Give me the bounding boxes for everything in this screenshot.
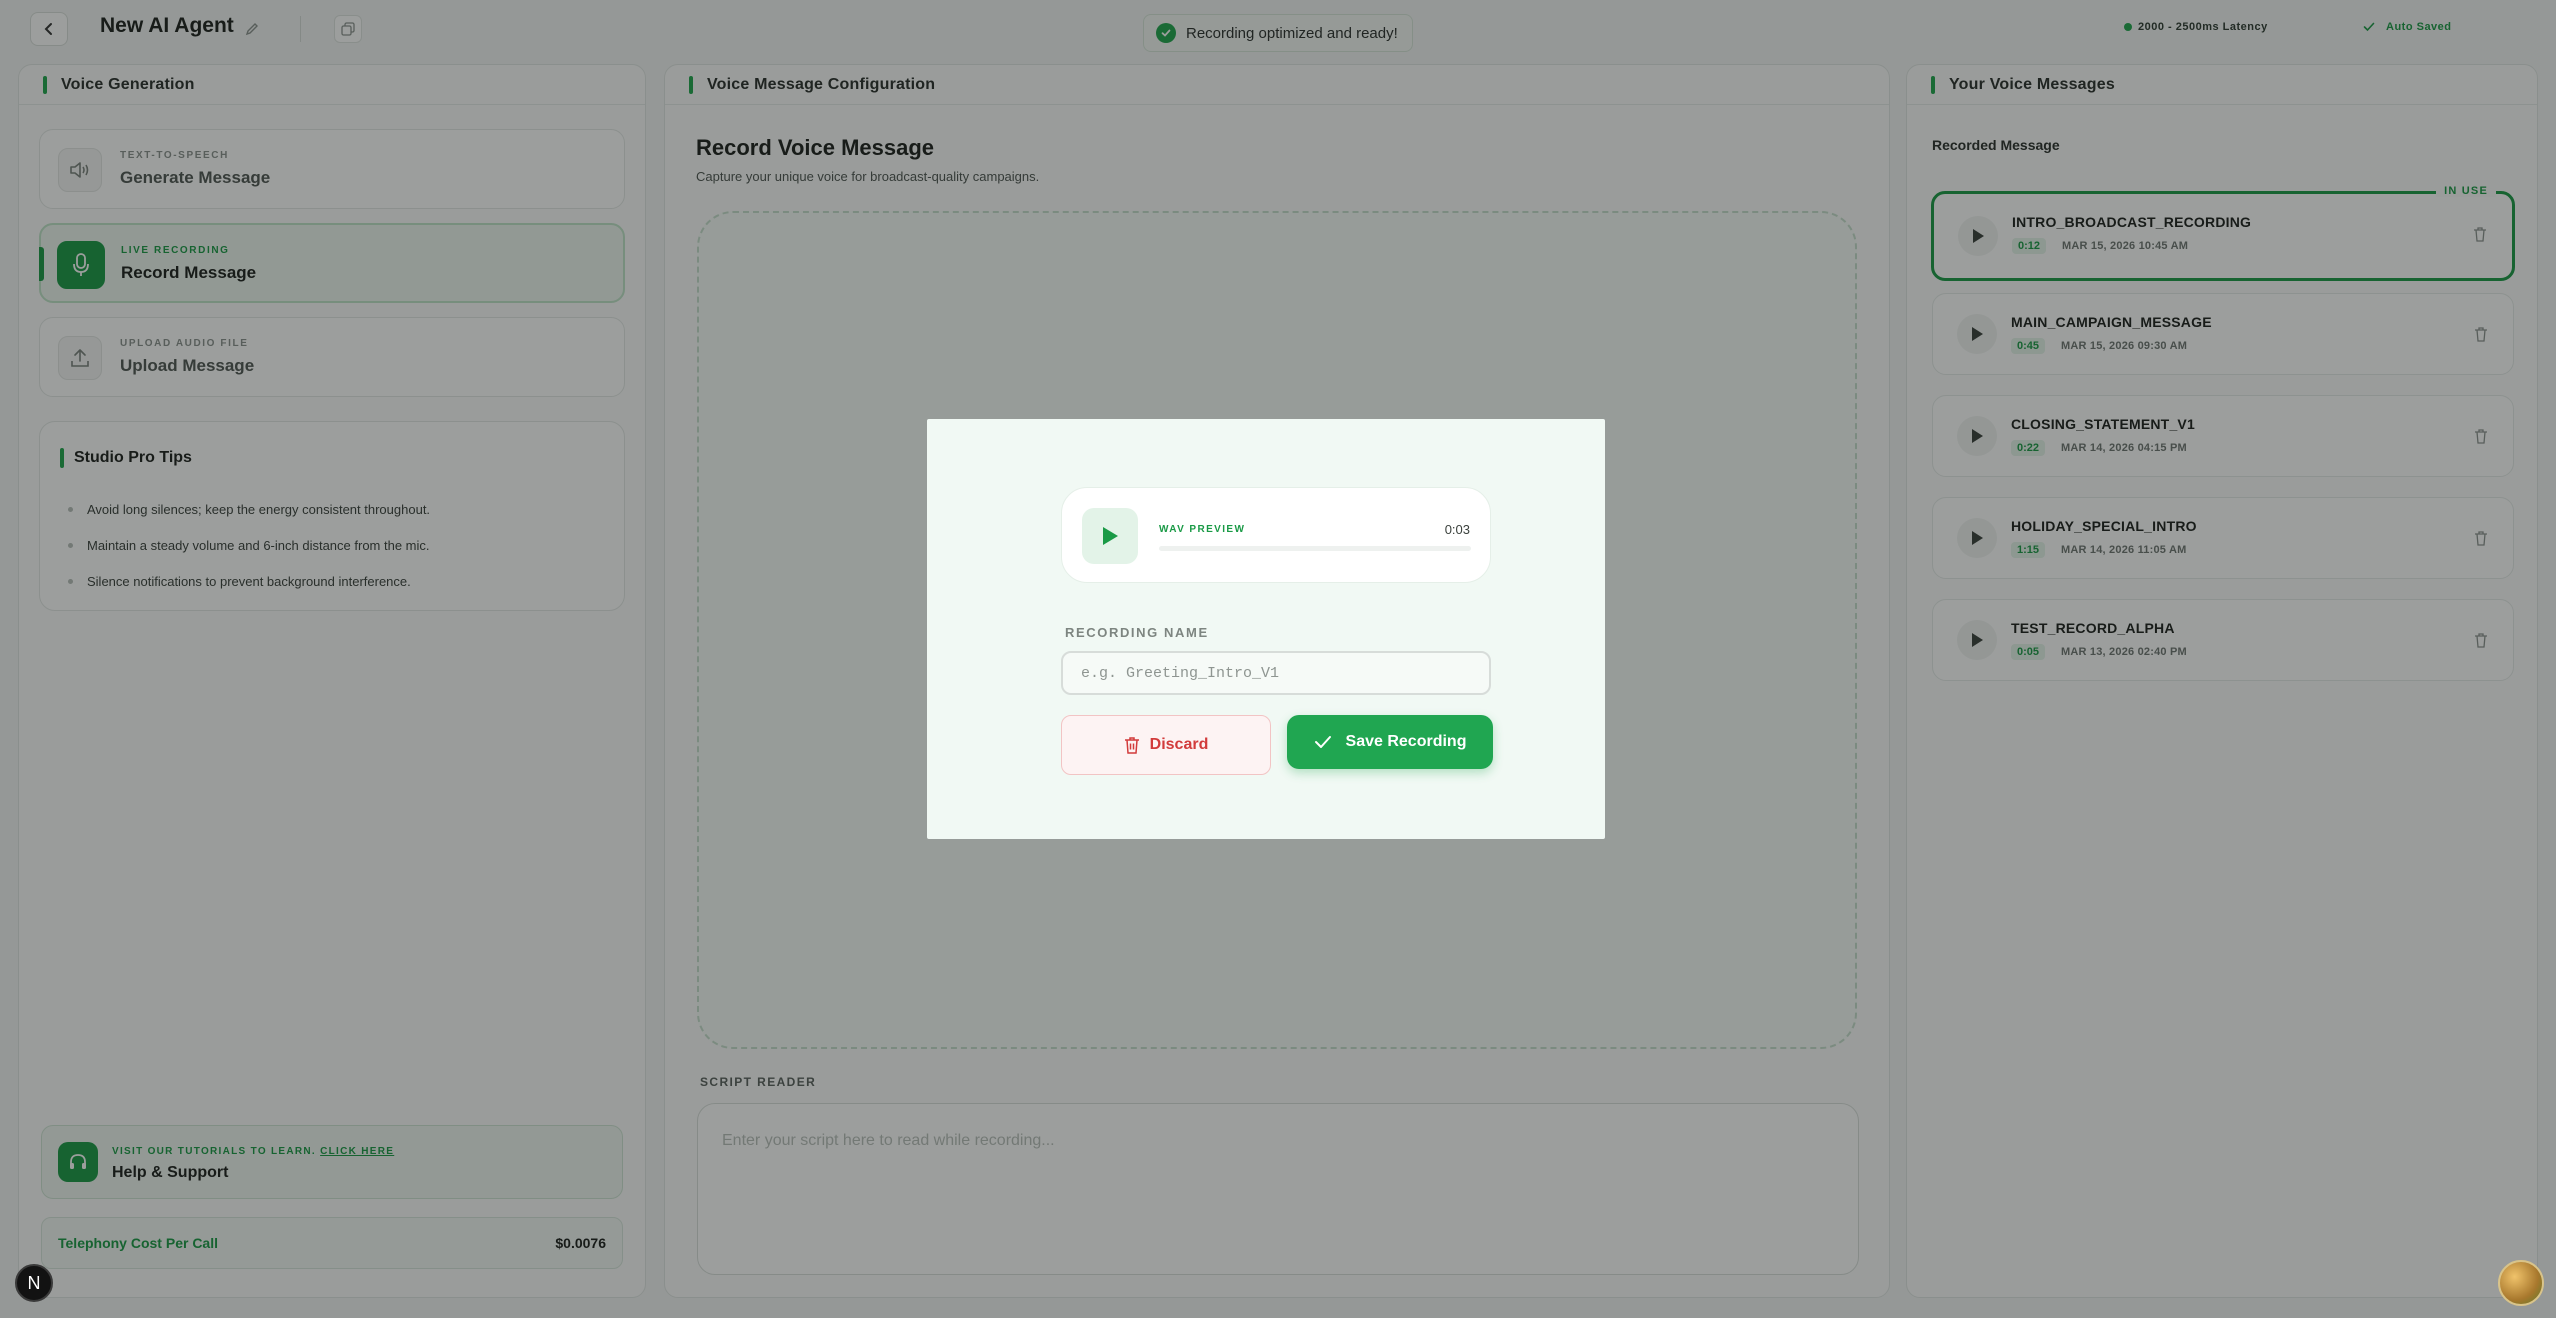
trash-icon	[1124, 737, 1139, 754]
assistant-avatar[interactable]	[2498, 1260, 2544, 1306]
check-icon	[1314, 736, 1331, 748]
save-label: Save Recording	[1345, 733, 1467, 750]
discard-label: Discard	[1149, 736, 1209, 753]
wav-preview-player: WAV PREVIEW 0:03	[1061, 487, 1491, 583]
preview-play-button[interactable]	[1082, 508, 1138, 564]
save-recording-button[interactable]: Save Recording	[1287, 715, 1493, 769]
dev-badge[interactable]: N	[15, 1264, 53, 1302]
recording-name-input[interactable]	[1061, 651, 1491, 695]
preview-label: WAV PREVIEW	[1159, 524, 1246, 535]
discard-button[interactable]: Discard	[1061, 715, 1271, 775]
play-icon	[1103, 527, 1118, 545]
preview-time: 0:03	[1444, 522, 1470, 537]
recording-name-label: RECORDING NAME	[1065, 625, 1209, 640]
save-recording-modal: WAV PREVIEW 0:03 RECORDING NAME Discard …	[927, 419, 1605, 839]
preview-progress-track[interactable]	[1159, 546, 1471, 551]
